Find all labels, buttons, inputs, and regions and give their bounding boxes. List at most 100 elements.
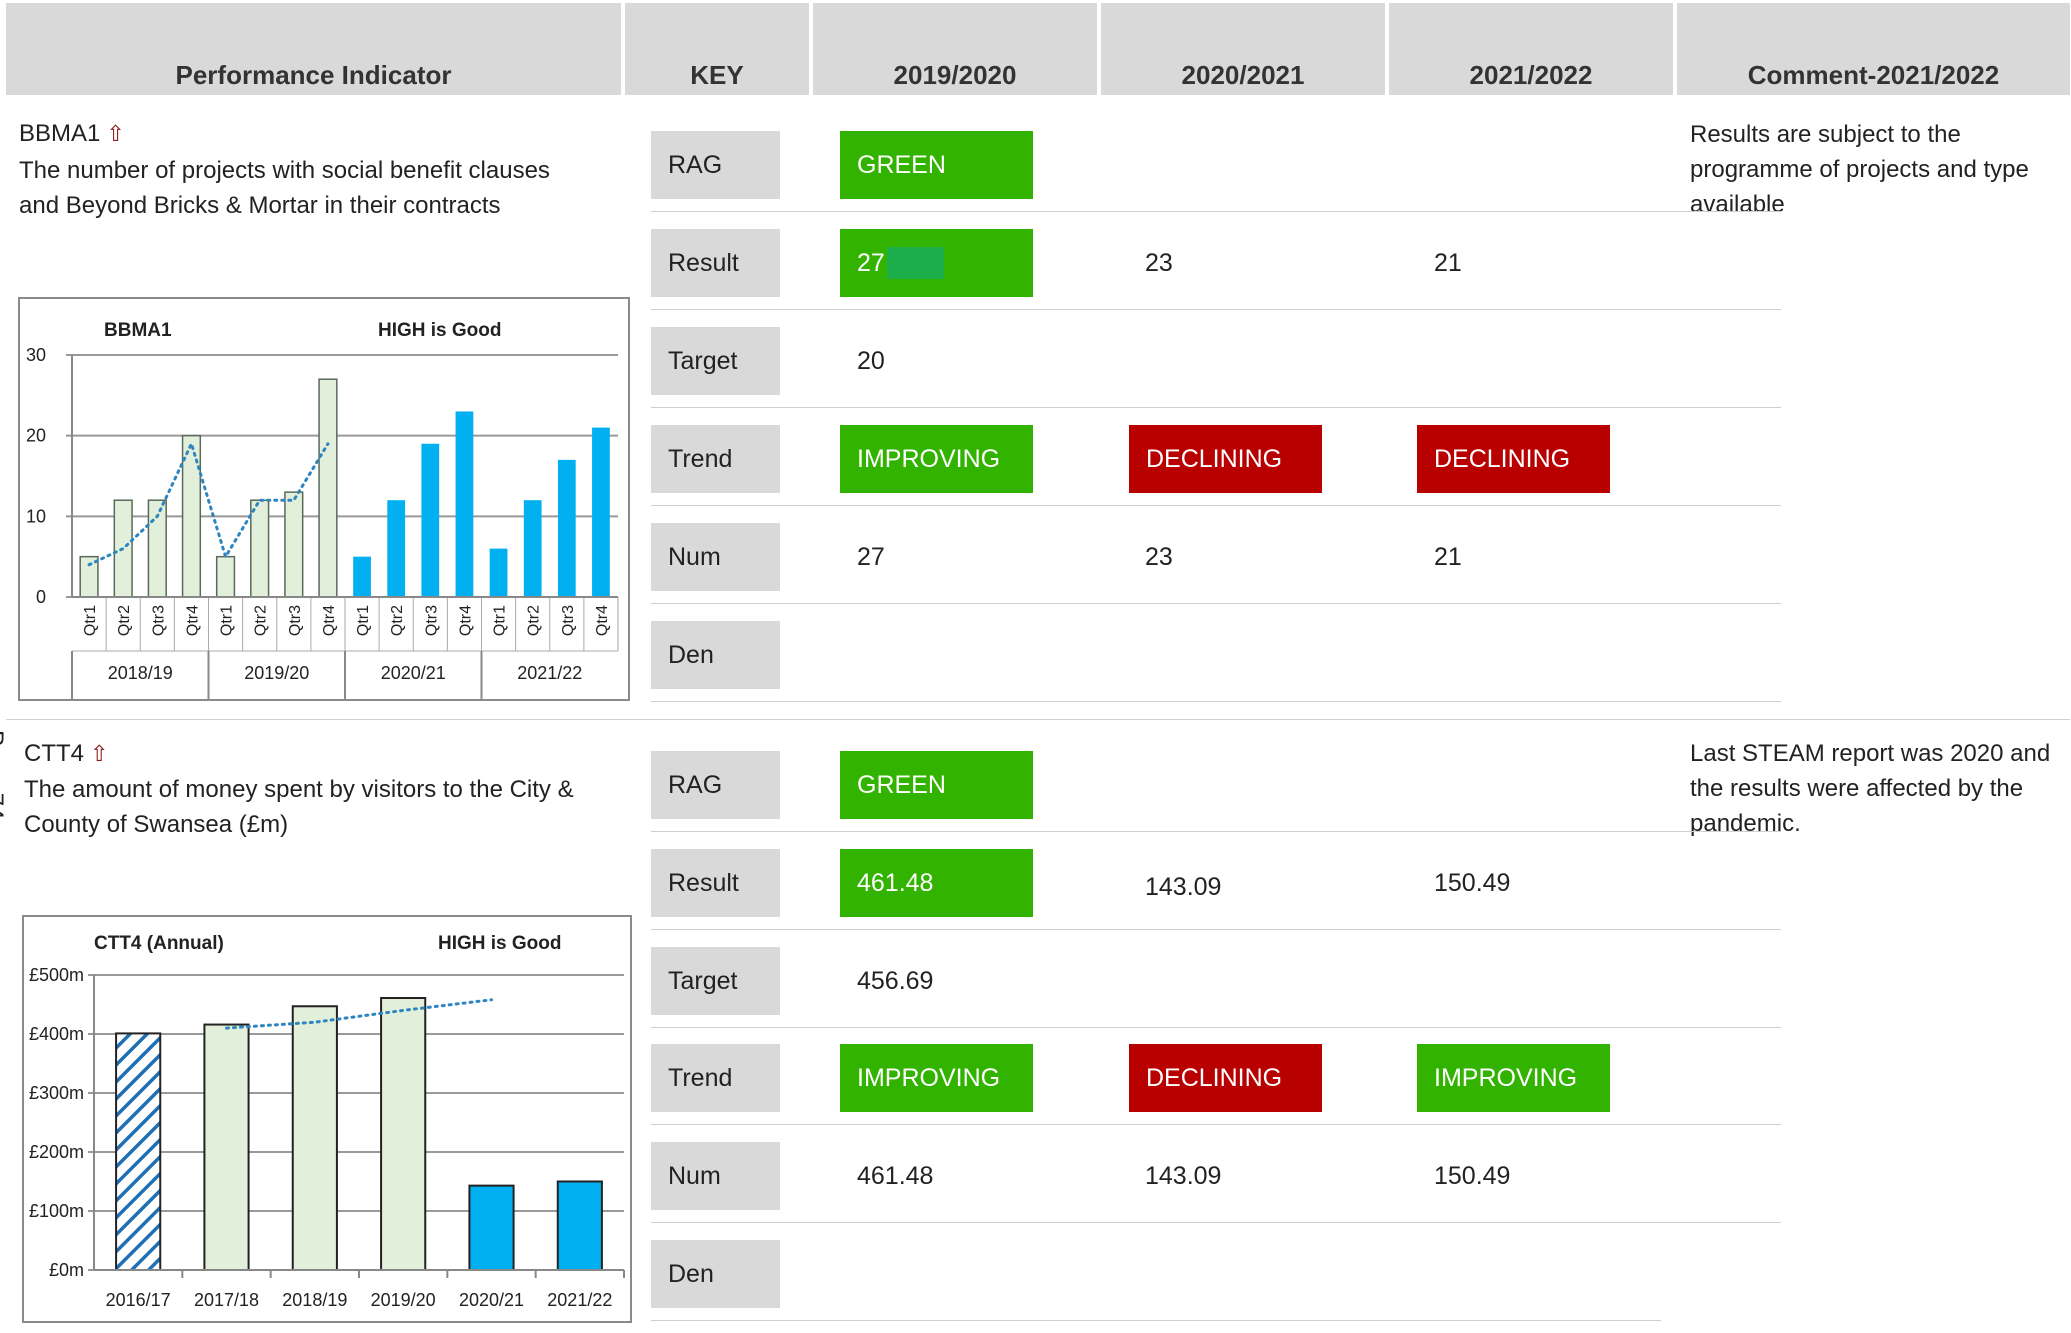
chart-bar	[380, 997, 427, 1271]
num-2021-2022: 21	[1434, 542, 1462, 571]
page-number: Page 74	[0, 730, 8, 820]
indicator-description: The number of projects with social benef…	[19, 157, 550, 219]
chart-annotation: HIGH is Good	[438, 933, 562, 954]
trend-2019-2020: IMPROVING	[840, 425, 1033, 493]
y-tick-label: 10	[26, 506, 46, 526]
key-rag: RAG	[651, 131, 780, 199]
chart-bar	[387, 500, 406, 597]
y-tick-label: £200m	[29, 1142, 84, 1162]
num-2020-2021: 23	[1145, 542, 1173, 571]
result-2021-2022: 150.49	[1434, 868, 1511, 897]
num-2021-2022: 150.49	[1434, 1161, 1511, 1190]
chart-bbma1: BBMA1 HIGH is Good 0 10 20 30 Qtr1 Qtr2 Qtr3 Qtr4…	[18, 297, 630, 701]
header-comment: Comment-2021/2022	[1677, 3, 2070, 95]
key-trend: Trend	[651, 425, 780, 493]
indicator-comment: Results are subject to the programme of …	[1690, 121, 2029, 218]
x-tick-label: Qtr4	[594, 605, 611, 636]
trend-2021-2022: DECLINING	[1417, 425, 1610, 493]
chart-bar	[556, 1180, 603, 1271]
indicator-code-text: CTT4	[24, 740, 84, 767]
up-arrow-icon: ⇧	[106, 121, 125, 146]
chart-bar	[203, 1023, 250, 1271]
key-den: Den	[651, 621, 780, 689]
x-tick-label: Qtr2	[253, 605, 270, 636]
x-tick-label: Qtr3	[150, 605, 167, 636]
chart-bar	[250, 499, 270, 598]
header-2019-2020: 2019/2020	[813, 3, 1097, 95]
chart-bar	[421, 443, 440, 597]
num-2020-2021: 143.09	[1145, 1161, 1222, 1190]
header-performance-indicator: Performance Indicator	[6, 3, 621, 95]
chart-bar	[592, 427, 610, 597]
y-tick-label: £400m	[29, 1024, 84, 1044]
rag-2019-2020: GREEN	[840, 131, 1033, 199]
up-arrow-icon: ⇧	[90, 741, 109, 766]
result-2019-2020: 27	[840, 229, 1033, 297]
result-2020-2021: 23	[1145, 248, 1173, 277]
chart-annotation: HIGH is Good	[378, 320, 502, 341]
indicator-description: The amount of money spent by visitors to…	[24, 776, 574, 838]
rag-2019-2020: GREEN	[840, 751, 1033, 819]
num-2019-2020: 27	[857, 542, 885, 571]
x-tick-label: 2018/19	[282, 1290, 347, 1310]
chart-bar	[468, 1184, 515, 1272]
key-rag: RAG	[651, 751, 780, 819]
y-tick-label: 0	[36, 587, 46, 607]
result-value: 27	[857, 248, 885, 277]
x-tick-label: 2017/18	[194, 1290, 259, 1310]
target-2019-2020: 456.69	[857, 966, 934, 995]
chart-bar	[215, 555, 236, 598]
x-tick-label: Qtr1	[82, 605, 99, 636]
group-label: 2018/19	[108, 663, 173, 683]
chart-bar	[284, 491, 304, 598]
key-target: Target	[651, 947, 780, 1015]
chart-ctt4: CTT4 (Annual) HIGH is Good £0m £100m £200m £3…	[22, 915, 632, 1323]
y-tick-label: 20	[26, 426, 46, 446]
x-tick-label: Qtr3	[423, 605, 440, 636]
chart-bar	[318, 378, 338, 598]
chart-bbma1-svg: BBMA1 HIGH is Good 0 10 20 30 Qtr1 Qtr2 Qtr3 Qtr4…	[26, 320, 619, 699]
y-tick-label: £0m	[49, 1260, 84, 1280]
x-tick-label: 2016/17	[106, 1290, 171, 1310]
chart-bar	[353, 556, 371, 597]
x-tick-label: 2019/20	[371, 1290, 436, 1310]
num-2019-2020: 461.48	[857, 1161, 934, 1190]
chart-ctt4-svg: CTT4 (Annual) HIGH is Good £0m £100m £200m £3…	[29, 933, 625, 1310]
key-result: Result	[651, 229, 780, 297]
x-tick-label: Qtr4	[184, 605, 201, 636]
trend-2019-2020: IMPROVING	[840, 1044, 1033, 1112]
group-label: 2021/22	[517, 663, 582, 683]
x-tick-label: Qtr3	[287, 605, 304, 636]
key-den: Den	[651, 1240, 780, 1308]
x-tick-label: Qtr2	[116, 605, 133, 636]
result-2021-2022: 21	[1434, 248, 1462, 277]
x-tick-label: Qtr4	[321, 605, 338, 636]
group-label: 2020/21	[381, 663, 446, 683]
key-trend: Trend	[651, 1044, 780, 1112]
key-target: Target	[651, 327, 780, 395]
trend-line	[225, 998, 493, 1030]
chart-bar	[489, 548, 508, 597]
group-label: 2019/20	[244, 663, 309, 683]
x-tick-label: Qtr3	[560, 605, 577, 636]
y-tick-label: £300m	[29, 1083, 84, 1103]
chart-bar	[557, 459, 576, 597]
indicator-code: CTT4 ⇧	[24, 740, 108, 768]
y-tick-label: £500m	[29, 965, 84, 985]
indicator-code-text: BBMA1	[19, 120, 101, 147]
x-tick-label: Qtr1	[492, 605, 509, 636]
y-tick-label: £100m	[29, 1201, 84, 1221]
x-tick-label: Qtr2	[526, 605, 543, 636]
key-num: Num	[651, 523, 780, 591]
x-tick-label: Qtr1	[219, 605, 236, 636]
trend-2020-2021: DECLINING	[1129, 425, 1322, 493]
target-2019-2020: 20	[857, 346, 885, 375]
indicator-comment: Last STEAM report was 2020 and the resul…	[1690, 740, 2051, 837]
chart-bar	[455, 411, 474, 597]
y-tick-label: 30	[26, 345, 46, 365]
x-tick-label: 2020/21	[459, 1290, 524, 1310]
x-tick-label: 2021/22	[547, 1290, 612, 1310]
chart-title: CTT4 (Annual)	[94, 933, 224, 954]
chart-bar	[291, 1005, 338, 1272]
highlight-mark	[886, 247, 944, 279]
